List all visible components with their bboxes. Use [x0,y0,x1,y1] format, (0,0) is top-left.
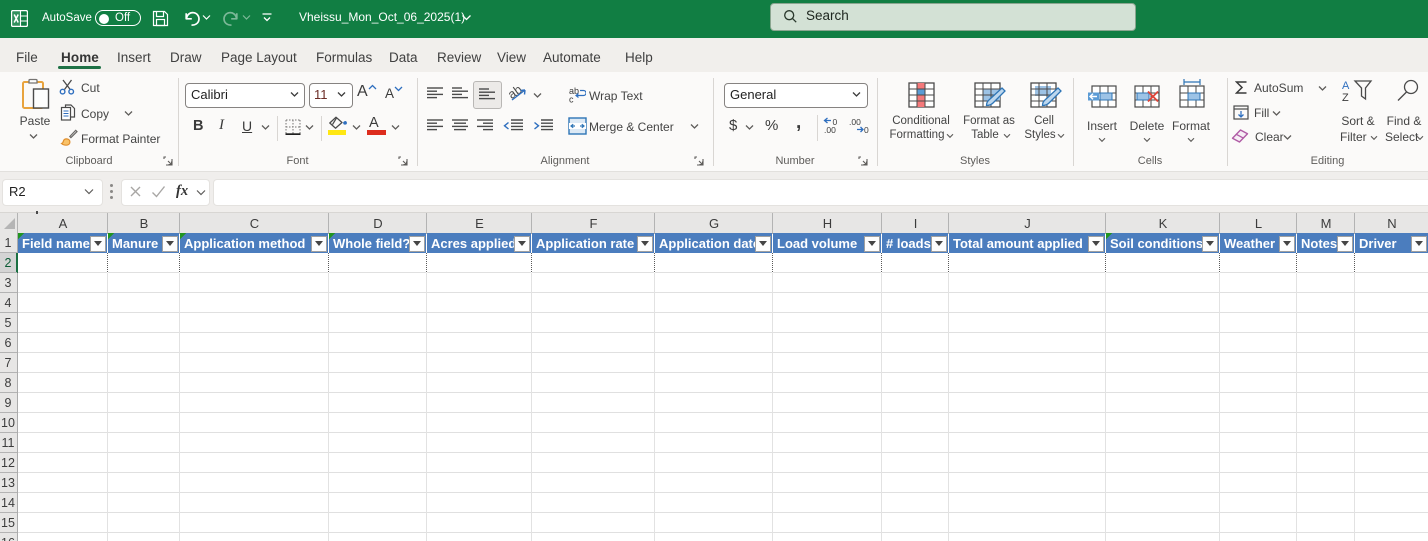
svg-text:c: c [569,95,574,104]
svg-text:A: A [1342,80,1350,92]
svg-text:.00: .00 [824,125,836,134]
svg-text:Z: Z [1342,92,1349,103]
